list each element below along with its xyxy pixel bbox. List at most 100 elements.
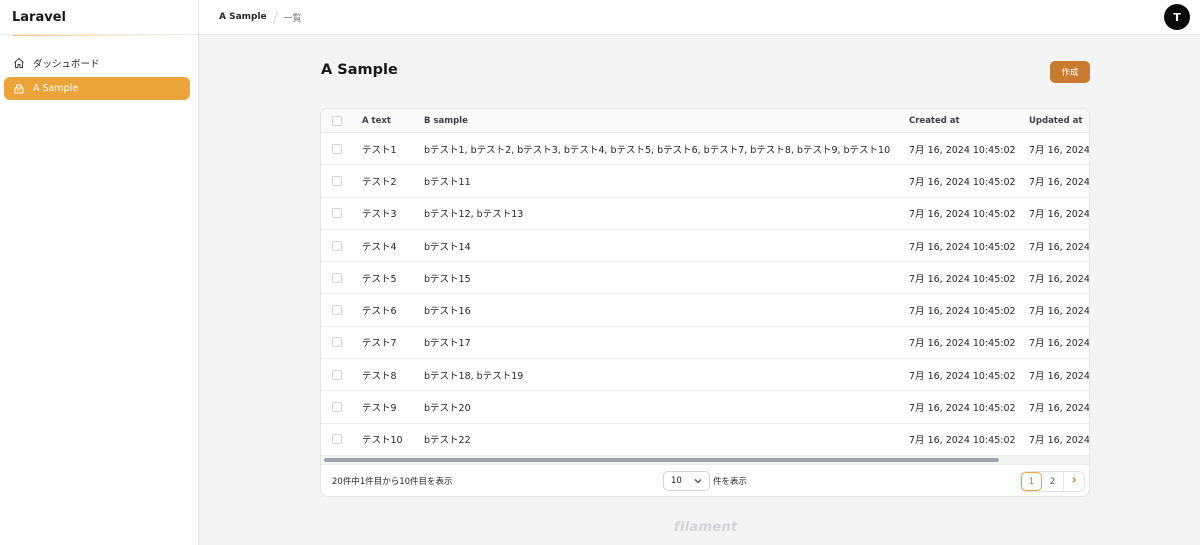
- row-checkbox[interactable]: [332, 240, 342, 251]
- per-page-value: 10: [671, 476, 682, 486]
- sidebar-nav: ダッシュボード A Sample: [0, 36, 198, 100]
- chevron-right-icon: [1070, 476, 1078, 487]
- select-all-cell: [332, 109, 342, 132]
- cell-created-at: 7月 16, 2024 10:45:02: [909, 273, 1016, 285]
- sidebar-item-label: A Sample: [33, 83, 79, 94]
- page-button-1[interactable]: 1: [1021, 472, 1042, 491]
- cell-updated-at: 7月 16, 2024: [1029, 209, 1089, 221]
- breadcrumb-item-list: 一覧: [283, 13, 302, 24]
- table-footer: 20件中1件目から10件目を表示 10 件を表示 1 2: [321, 464, 1089, 496]
- row-select-cell: [332, 295, 342, 326]
- table-row[interactable]: テスト2 bテスト11 7月 16, 2024 10:45:02 7月 16, 202…: [321, 165, 1089, 198]
- user-avatar[interactable]: T: [1164, 4, 1190, 30]
- cell-b-sample: bテスト17: [424, 338, 471, 350]
- cell-updated-at: 7月 16, 2024: [1029, 273, 1089, 285]
- table-row[interactable]: テスト7 bテスト17 7月 16, 2024 10:45:02 7月 16, 202…: [321, 327, 1089, 360]
- select-all-checkbox[interactable]: [332, 115, 342, 126]
- row-select-cell: [332, 133, 342, 164]
- row-select-cell: [332, 391, 342, 422]
- cell-updated-at: 7月 16, 2024: [1029, 370, 1089, 382]
- row-select-cell: [332, 262, 342, 293]
- cell-b-sample: bテスト1, bテスト2, bテスト3, bテスト4, bテスト5, bテスト6…: [424, 144, 891, 156]
- cell-created-at: 7月 16, 2024 10:45:02: [909, 370, 1016, 382]
- page-title: A Sample: [321, 62, 398, 78]
- row-select-cell: [332, 230, 342, 261]
- row-select-cell: [332, 198, 342, 229]
- cell-updated-at: 7月 16, 2024: [1029, 338, 1089, 350]
- cell-updated-at: 7月 16, 2024: [1029, 435, 1089, 447]
- column-header-b-sample[interactable]: B sample: [424, 109, 468, 132]
- breadcrumb: A Sample 一覧: [199, 10, 302, 24]
- table-card: A text B sample Created at Updated at テス…: [320, 108, 1090, 497]
- topbar: A Sample 一覧 T: [199, 0, 1200, 35]
- cell-created-at: 7月 16, 2024 10:45:02: [909, 144, 1016, 156]
- sidebar-item-dashboard[interactable]: ダッシュボード: [4, 51, 190, 74]
- filament-branding: filament: [674, 520, 738, 535]
- row-select-cell: [332, 424, 342, 455]
- cell-created-at: 7月 16, 2024 10:45:02: [909, 435, 1016, 447]
- pagination: 1 2: [1020, 471, 1085, 492]
- create-button[interactable]: 作成: [1050, 61, 1090, 83]
- cell-a-text: テスト6: [362, 306, 397, 318]
- row-checkbox[interactable]: [332, 402, 342, 413]
- per-page-label: 件を表示: [713, 477, 748, 487]
- cell-b-sample: bテスト20: [424, 403, 471, 415]
- cell-a-text: テスト4: [362, 241, 397, 253]
- cell-b-sample: bテスト18, bテスト19: [424, 370, 524, 382]
- cell-updated-at: 7月 16, 2024: [1029, 306, 1089, 318]
- row-checkbox[interactable]: [332, 369, 342, 380]
- cell-b-sample: bテスト14: [424, 241, 471, 253]
- cell-created-at: 7月 16, 2024 10:45:02: [909, 176, 1016, 188]
- table-row[interactable]: テスト10 bテスト22 7月 16, 2024 10:45:02 7月 16, 20…: [321, 424, 1089, 456]
- table-row[interactable]: テスト1 bテスト1, bテスト2, bテスト3, bテスト4, bテスト5, b…: [321, 133, 1089, 166]
- box-icon: [12, 82, 25, 95]
- horizontal-scrollbar[interactable]: [321, 456, 1089, 464]
- sidebar: Laravel ダッシュボード A Sample: [0, 0, 199, 545]
- row-checkbox[interactable]: [332, 272, 342, 283]
- cell-created-at: 7月 16, 2024 10:45:02: [909, 209, 1016, 221]
- page-button-2[interactable]: 2: [1042, 472, 1063, 491]
- cell-created-at: 7月 16, 2024 10:45:02: [909, 403, 1016, 415]
- table-row[interactable]: テスト4 bテスト14 7月 16, 2024 10:45:02 7月 16, 202…: [321, 230, 1089, 263]
- row-checkbox[interactable]: [332, 305, 342, 316]
- table-row[interactable]: テスト5 bテスト15 7月 16, 2024 10:45:02 7月 16, 202…: [321, 262, 1089, 295]
- cell-created-at: 7月 16, 2024 10:45:02: [909, 306, 1016, 318]
- column-header-created-at[interactable]: Created at: [909, 109, 960, 132]
- column-header-a-text[interactable]: A text: [362, 109, 391, 132]
- row-checkbox[interactable]: [332, 337, 342, 348]
- cell-a-text: テスト3: [362, 209, 397, 221]
- cell-a-text: テスト9: [362, 403, 397, 415]
- cell-updated-at: 7月 16, 2024: [1029, 403, 1089, 415]
- row-checkbox[interactable]: [332, 143, 342, 154]
- scrollbar-thumb[interactable]: [324, 458, 999, 462]
- next-page-button[interactable]: [1063, 472, 1084, 491]
- cell-updated-at: 7月 16, 2024: [1029, 241, 1089, 253]
- table-header-row: A text B sample Created at Updated at: [321, 109, 1089, 133]
- per-page-select[interactable]: 10: [663, 471, 710, 491]
- cell-a-text: テスト2: [362, 176, 397, 188]
- cell-b-sample: bテスト16: [424, 306, 471, 318]
- cell-updated-at: 7月 16, 2024: [1029, 176, 1089, 188]
- table: A text B sample Created at Updated at テス…: [321, 109, 1089, 464]
- sidebar-item-a-sample[interactable]: A Sample: [4, 77, 190, 100]
- table-row[interactable]: テスト3 bテスト12, bテスト13 7月 16, 2024 10:45:02 7月…: [321, 198, 1089, 230]
- cell-a-text: テスト5: [362, 273, 397, 285]
- cell-a-text: テスト1: [362, 144, 397, 156]
- row-checkbox[interactable]: [332, 434, 342, 445]
- table-row[interactable]: テスト9 bテスト20 7月 16, 2024 10:45:02 7月 16, 202…: [321, 391, 1089, 424]
- table-row[interactable]: テスト8 bテスト18, bテスト19 7月 16, 2024 10:45:02 7月…: [321, 359, 1089, 392]
- row-checkbox[interactable]: [332, 208, 342, 219]
- row-select-cell: [332, 327, 342, 358]
- column-header-updated-at[interactable]: Updated at: [1029, 109, 1082, 132]
- table-row[interactable]: テスト6 bテスト16 7月 16, 2024 10:45:02 7月 16, 202…: [321, 295, 1089, 327]
- cell-created-at: 7月 16, 2024 10:45:02: [909, 241, 1016, 253]
- cell-b-sample: bテスト22: [424, 435, 471, 447]
- brand-logo[interactable]: Laravel: [0, 0, 198, 35]
- row-checkbox[interactable]: [332, 175, 342, 186]
- chevron-down-icon: [693, 476, 703, 486]
- cell-b-sample: bテスト12, bテスト13: [424, 209, 524, 221]
- cell-updated-at: 7月 16, 2024: [1029, 144, 1089, 156]
- sidebar-item-label: ダッシュボード: [33, 58, 100, 70]
- row-select-cell: [332, 359, 342, 390]
- breadcrumb-item-a-sample[interactable]: A Sample: [219, 12, 267, 22]
